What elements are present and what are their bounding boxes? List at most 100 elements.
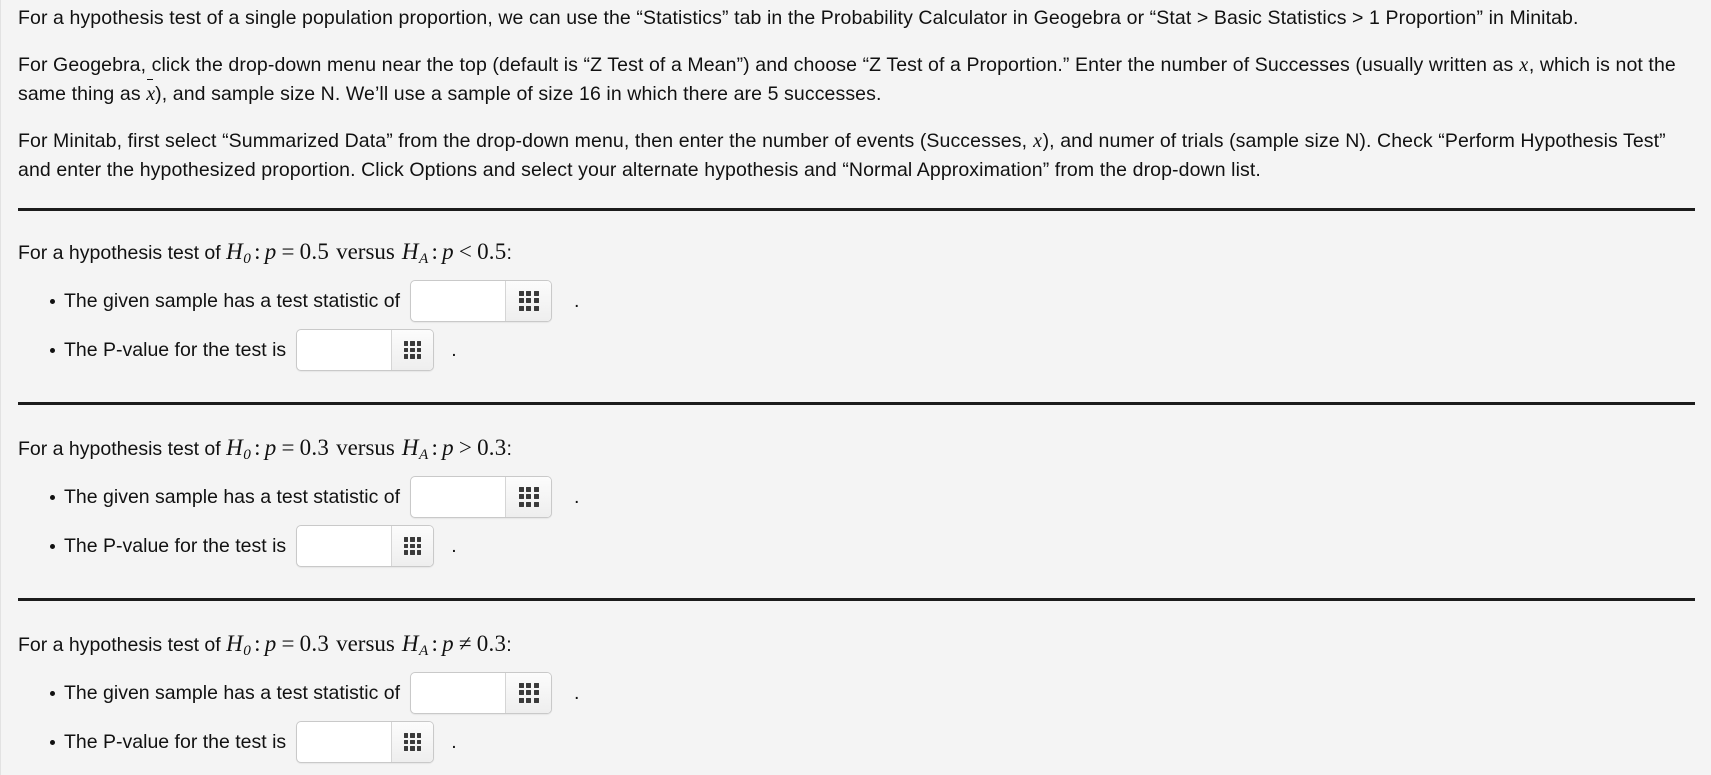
- math-variable-x: x: [1033, 130, 1043, 152]
- alt-value: 0.3: [476, 630, 507, 656]
- alt-parameter: p: [442, 434, 454, 460]
- sentence-terminator: .: [574, 485, 580, 508]
- null-parameter: p: [264, 434, 277, 460]
- answer-row-p-value: The P-value for the test is .: [18, 720, 1695, 763]
- p-value-input[interactable]: [297, 721, 392, 762]
- answer-field-group[interactable]: [410, 475, 552, 518]
- answer-row-test-statistic: The given sample has a test statistic of…: [18, 475, 1695, 518]
- grid-icon: [403, 341, 422, 359]
- alt-parameter: p: [442, 630, 454, 656]
- grid-icon: [403, 537, 422, 555]
- null-hypothesis-symbol: H: [226, 239, 243, 264]
- math-keypad-button[interactable]: [505, 672, 551, 713]
- null-relation: =: [281, 434, 295, 460]
- instructions-paragraph-2: For Geogebra, click the drop-down menu n…: [18, 51, 1695, 109]
- alt-value: 0.3: [477, 434, 507, 460]
- sentence-terminator: .: [451, 730, 457, 753]
- test-statistic-input[interactable]: [411, 672, 505, 713]
- null-hypothesis-symbol: H: [226, 434, 243, 460]
- null-colon: :: [254, 434, 261, 460]
- versus-text: versus: [336, 239, 395, 264]
- answer-list-2: The given sample has a test statistic of…: [18, 475, 1695, 567]
- answer-field-group[interactable]: [296, 524, 435, 567]
- answer-label: The P-value for the test is: [64, 338, 287, 361]
- hypothesis-section-1: For a hypothesis test of H0: p = 0.5 versus H…: [18, 237, 1695, 371]
- test-statistic-input[interactable]: [411, 280, 505, 321]
- answer-row-p-value: The P-value for the test is .: [18, 524, 1695, 567]
- test-statistic-input[interactable]: [411, 476, 505, 517]
- answer-field-group[interactable]: [296, 328, 435, 371]
- alt-colon: :: [431, 239, 439, 264]
- math-keypad-button[interactable]: [391, 329, 434, 370]
- alt-colon: :: [431, 434, 439, 460]
- versus-text: versus: [336, 434, 395, 460]
- heading-trailing-colon: :: [506, 633, 512, 656]
- instructions-block: For a hypothesis test of a single popula…: [18, 0, 1695, 185]
- answer-field-group[interactable]: [410, 671, 552, 714]
- alternative-math-expression: HA: p ≠ 0.3: [401, 630, 507, 659]
- hypothesis-section-2: For a hypothesis test of H0: p = 0.3 versus H…: [18, 433, 1695, 567]
- null-hypothesis-symbol: H: [226, 630, 243, 656]
- heading-lead-text: For a hypothesis test of: [18, 437, 227, 460]
- alternative-math-expression: HA: p <0.5: [401, 239, 507, 267]
- null-hypothesis-subscript: 0: [243, 641, 252, 659]
- heading-trailing-colon: :: [506, 242, 512, 264]
- math-variable-x-bar: x: [146, 79, 155, 109]
- grid-icon: [518, 486, 539, 507]
- alt-hypothesis-symbol: H: [401, 630, 419, 656]
- p-value-input[interactable]: [297, 525, 392, 566]
- hypothesis-math-expression: H0: p = 0.3: [226, 630, 330, 659]
- geogebra-text-part-3: ), and sample size N. We’ll use a sample…: [155, 83, 882, 105]
- math-keypad-button[interactable]: [505, 280, 551, 321]
- null-value: 0.5: [299, 239, 330, 264]
- math-variable-x: x: [1519, 54, 1529, 76]
- null-relation: =: [281, 630, 295, 656]
- instructions-paragraph-1-text: For a hypothesis test of a single popula…: [18, 7, 1579, 29]
- math-keypad-button[interactable]: [505, 476, 551, 517]
- hypothesis-heading-3: For a hypothesis test of H0: p = 0.3 versus H…: [18, 629, 1695, 666]
- heading-lead-text: For a hypothesis test of: [18, 633, 227, 656]
- sentence-terminator: .: [451, 534, 457, 557]
- null-parameter: p: [264, 239, 277, 264]
- alt-relation: >: [458, 434, 473, 460]
- grid-icon: [403, 733, 422, 751]
- answer-row-test-statistic: The given sample has a test statistic of…: [18, 671, 1695, 714]
- math-keypad-button[interactable]: [391, 721, 434, 762]
- null-value: 0.3: [299, 630, 330, 656]
- alt-parameter: p: [442, 239, 454, 264]
- hypothesis-math-expression: H0: p = 0.3: [226, 434, 329, 463]
- hypothesis-heading-2: For a hypothesis test of H0: p = 0.3 versus H…: [18, 433, 1695, 470]
- null-colon: :: [254, 630, 261, 656]
- answer-label: The P-value for the test is: [64, 730, 287, 753]
- alt-colon: :: [431, 630, 439, 656]
- heading-trailing-colon: :: [506, 437, 512, 460]
- null-relation: =: [281, 239, 295, 264]
- alt-hypothesis-subscript: A: [419, 249, 429, 267]
- p-value-input[interactable]: [297, 329, 392, 370]
- answer-list-3: The given sample has a test statistic of…: [18, 671, 1695, 763]
- heading-lead-text: For a hypothesis test of: [18, 242, 227, 264]
- alt-relation: ≠: [458, 630, 472, 656]
- null-hypothesis-subscript: 0: [243, 249, 252, 267]
- answer-row-test-statistic: The given sample has a test statistic of…: [18, 279, 1695, 322]
- minitab-text-part-1: For Minitab, first select “Summarized Da…: [18, 130, 1033, 152]
- alt-hypothesis-symbol: H: [401, 239, 419, 264]
- hypothesis-math-expression: H0: p = 0.5: [226, 239, 330, 267]
- hypothesis-heading-1: For a hypothesis test of H0: p = 0.5 versus H…: [18, 237, 1695, 274]
- answer-field-group[interactable]: [296, 720, 435, 763]
- hypothesis-section-3: For a hypothesis test of H0: p = 0.3 versus H…: [18, 629, 1695, 763]
- null-hypothesis-subscript: 0: [243, 445, 252, 463]
- answer-field-group[interactable]: [410, 279, 552, 322]
- instructions-paragraph-1: For a hypothesis test of a single popula…: [18, 4, 1695, 33]
- grid-icon: [518, 290, 539, 311]
- answer-list-1: The given sample has a test statistic of…: [18, 279, 1695, 371]
- answer-row-p-value: The P-value for the test is .: [18, 328, 1695, 371]
- answer-label: The given sample has a test statistic of: [64, 681, 400, 704]
- null-colon: :: [254, 239, 261, 264]
- math-keypad-button[interactable]: [391, 525, 434, 566]
